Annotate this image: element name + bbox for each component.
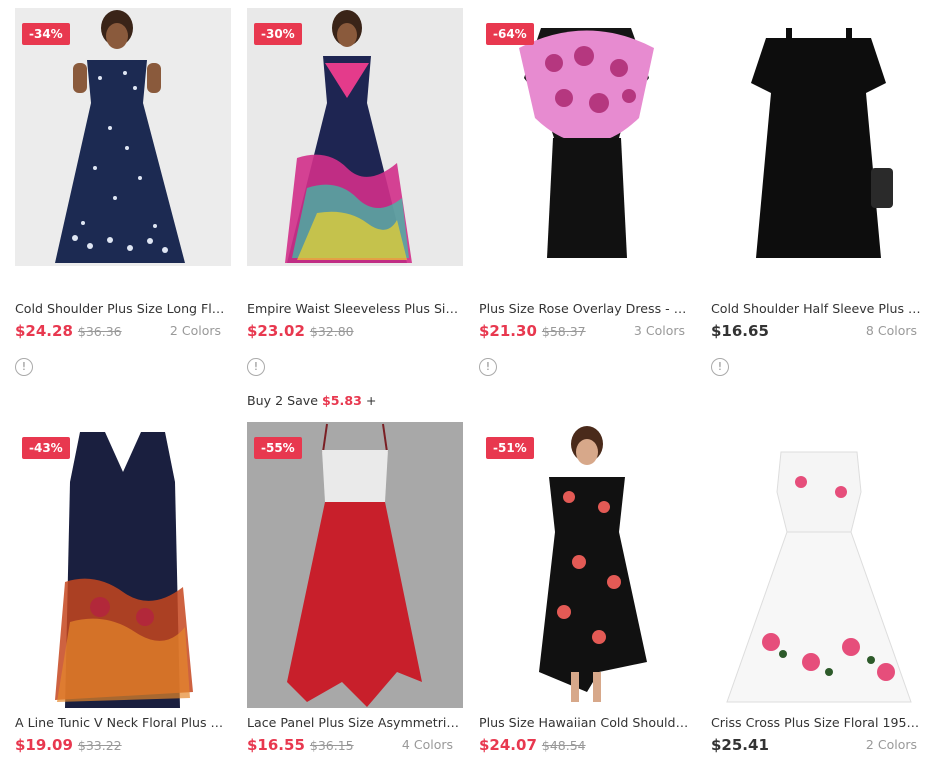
- sale-price: $24.07: [479, 736, 537, 754]
- info-icon[interactable]: !: [479, 358, 497, 376]
- original-price: $58.37: [541, 324, 586, 339]
- price-row: $16.55 $36.15 4 Colors: [247, 735, 461, 755]
- color-count[interactable]: 8 Colors: [866, 323, 917, 338]
- product-card[interactable]: -34% Cold Shoulder Plus Size Long Flo...…: [15, 8, 231, 376]
- product-title[interactable]: A Line Tunic V Neck Floral Plus Si...: [15, 715, 229, 730]
- price-row: $21.30 $58.37 3 Colors: [479, 321, 693, 341]
- sale-price: $24.28: [15, 322, 73, 340]
- promo-prefix: Buy 2 Save: [247, 393, 319, 408]
- sale-price: $16.55: [247, 736, 305, 754]
- info-icon[interactable]: !: [15, 358, 33, 376]
- color-count[interactable]: 2 Colors: [866, 737, 917, 752]
- discount-badge: -30%: [254, 23, 302, 45]
- original-price: $36.36: [77, 324, 122, 339]
- product-card[interactable]: -51% Plus Size Hawaiian Cold Shoulder...…: [479, 422, 695, 754]
- product-title[interactable]: Criss Cross Plus Size Floral 1950s...: [711, 715, 925, 730]
- sale-price: $25.41: [711, 736, 769, 754]
- discount-badge: -43%: [22, 437, 70, 459]
- product-card[interactable]: -64% Plus Size Rose Overlay Dress - Pl..…: [479, 8, 695, 376]
- price-row: $25.41 2 Colors: [711, 735, 925, 755]
- product-card[interactable]: -30% Empire Waist Sleeveless Plus Siz...…: [247, 8, 463, 408]
- product-image[interactable]: -55%: [247, 422, 463, 708]
- discount-badge: -64%: [486, 23, 534, 45]
- info-icon[interactable]: !: [247, 358, 265, 376]
- product-title[interactable]: Empire Waist Sleeveless Plus Siz...: [247, 301, 461, 316]
- bundle-promo[interactable]: Buy 2 Save $5.83 +: [247, 393, 376, 408]
- sale-price: $21.30: [479, 322, 537, 340]
- sale-price: $19.09: [15, 736, 73, 754]
- original-price: $33.22: [77, 738, 122, 753]
- product-card[interactable]: Criss Cross Plus Size Floral 1950s... $2…: [711, 422, 927, 754]
- color-count[interactable]: 4 Colors: [402, 737, 453, 752]
- product-card[interactable]: Cold Shoulder Half Sleeve Plus Si... $16…: [711, 8, 927, 376]
- product-title[interactable]: Cold Shoulder Plus Size Long Flo...: [15, 301, 229, 316]
- discount-badge: -34%: [22, 23, 70, 45]
- product-image[interactable]: -34%: [15, 8, 231, 294]
- product-image[interactable]: -30%: [247, 8, 463, 294]
- product-image[interactable]: -51%: [479, 422, 695, 708]
- product-image[interactable]: -43%: [15, 422, 231, 708]
- sale-price: $23.02: [247, 322, 305, 340]
- product-image[interactable]: [711, 422, 927, 708]
- original-price: $32.80: [309, 324, 354, 339]
- sale-price: $16.65: [711, 322, 769, 340]
- color-count[interactable]: 3 Colors: [634, 323, 685, 338]
- price-row: $23.02 $32.80: [247, 321, 461, 341]
- price-row: $24.28 $36.36 2 Colors: [15, 321, 229, 341]
- color-count[interactable]: 2 Colors: [170, 323, 221, 338]
- promo-suffix: +: [365, 393, 377, 408]
- product-card[interactable]: -55% Lace Panel Plus Size Asymmetric... …: [247, 422, 463, 754]
- promo-amount: $5.83: [322, 393, 362, 408]
- price-row: $24.07 $48.54: [479, 735, 693, 755]
- info-icon[interactable]: !: [711, 358, 729, 376]
- product-title[interactable]: Cold Shoulder Half Sleeve Plus Si...: [711, 301, 925, 316]
- product-title[interactable]: Plus Size Rose Overlay Dress - Pl...: [479, 301, 693, 316]
- discount-badge: -51%: [486, 437, 534, 459]
- original-price: $36.15: [309, 738, 354, 753]
- product-card[interactable]: -43% A Line Tunic V Neck Floral Plus Si.…: [15, 422, 231, 754]
- product-title[interactable]: Lace Panel Plus Size Asymmetric...: [247, 715, 461, 730]
- original-price: $48.54: [541, 738, 586, 753]
- discount-badge: -55%: [254, 437, 302, 459]
- product-image[interactable]: [711, 8, 927, 294]
- price-row: $19.09 $33.22: [15, 735, 229, 755]
- product-title[interactable]: Plus Size Hawaiian Cold Shoulder...: [479, 715, 693, 730]
- product-image[interactable]: -64%: [479, 8, 695, 294]
- price-row: $16.65 8 Colors: [711, 321, 925, 341]
